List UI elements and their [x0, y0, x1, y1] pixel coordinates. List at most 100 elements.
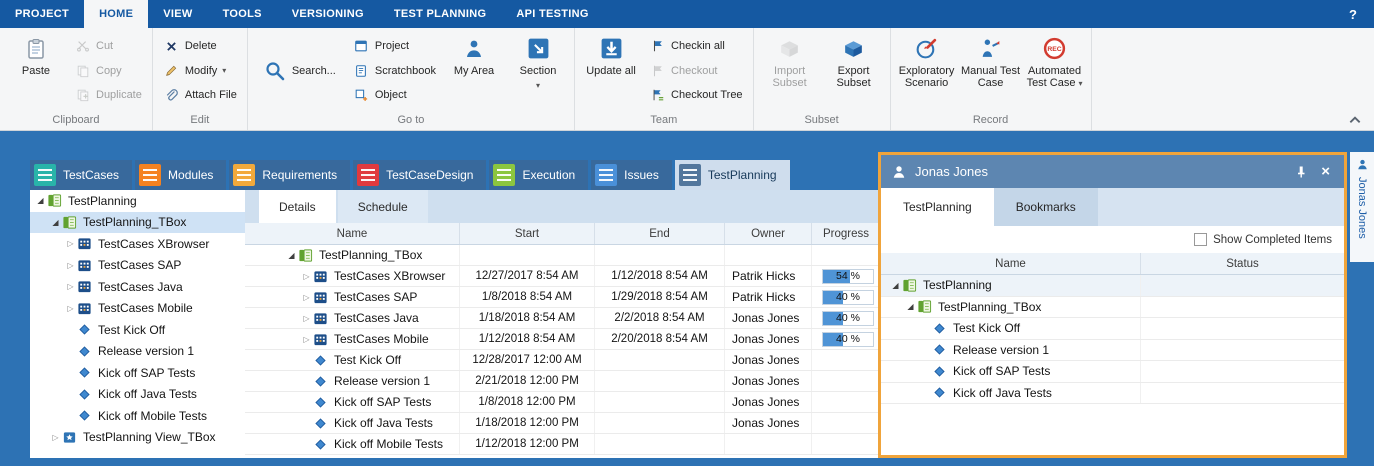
export-subset-button[interactable]: Export Subset [822, 29, 886, 112]
project-button[interactable]: Project [347, 37, 442, 56]
workspace-tab[interactable]: TestCaseDesign [353, 160, 486, 190]
table-row[interactable]: ▷ TestCases Java 1/18/2018 8:54 AM 2/2/2… [245, 308, 880, 329]
menu-item[interactable]: HOME [84, 0, 148, 28]
tree-item[interactable]: ◢ TestPlanning [30, 190, 245, 212]
tree-item[interactable]: Kick off Mobile Tests [30, 405, 245, 427]
pin-icon[interactable] [1293, 164, 1309, 180]
table-row[interactable]: Kick off Java Tests 1/18/2018 12:00 PM J… [245, 413, 880, 434]
workspace-tab[interactable]: Requirements [229, 160, 350, 190]
table-row[interactable]: Release version 1 [881, 340, 1344, 362]
tree-item[interactable]: ◢ TestPlanning_TBox [30, 212, 245, 234]
tree-expander[interactable]: ▷ [64, 261, 77, 270]
user-side-tab[interactable]: Jonas Jones [1350, 152, 1374, 262]
table-row[interactable]: Kick off Mobile Tests 1/12/2018 12:00 PM [245, 434, 880, 455]
tree-expander[interactable]: ▷ [300, 293, 313, 302]
rec-icon: REC [1042, 35, 1067, 62]
scratchbook-button[interactable]: Scratchbook [347, 61, 442, 80]
column-header-status[interactable]: Status [1141, 253, 1344, 274]
tree-item[interactable]: ▷ TestCases SAP [30, 255, 245, 277]
tree-item[interactable]: ▷ TestPlanning View_TBox [30, 427, 245, 449]
manual-test-case-button[interactable]: Manual Test Case [959, 29, 1023, 112]
table-row[interactable]: ▷ TestCases Mobile 1/12/2018 8:54 AM 2/2… [245, 329, 880, 350]
cell-status [1141, 361, 1344, 382]
paste-button[interactable]: Paste [4, 29, 68, 112]
table-row[interactable]: Kick off Java Tests [881, 383, 1344, 405]
tree-expander[interactable]: ◢ [904, 302, 917, 311]
workspace-tab[interactable]: Execution [489, 160, 588, 190]
workspace-tab[interactable]: Issues [591, 160, 672, 190]
user-panel-tab[interactable]: Bookmarks [994, 188, 1098, 226]
column-header-start[interactable]: Start [460, 223, 595, 244]
checkout-tree-button[interactable]: Checkout Tree [643, 86, 749, 105]
table-row[interactable]: ▷ TestCases SAP 1/8/2018 8:54 AM 1/29/20… [245, 287, 880, 308]
column-header-name[interactable]: Name [245, 223, 460, 244]
workspace-tab[interactable]: TestPlanning [675, 160, 790, 190]
column-header-end[interactable]: End [595, 223, 725, 244]
table-row[interactable]: Test Kick Off 12/28/2017 12:00 AM Jonas … [245, 350, 880, 371]
checkin-all-button[interactable]: Checkin all [643, 37, 749, 56]
tree-expander[interactable]: ◢ [34, 196, 47, 205]
tree-expander[interactable]: ▷ [300, 314, 313, 323]
duplicate-button[interactable]: Duplicate [68, 86, 148, 105]
column-header-progress[interactable]: Progress [812, 223, 880, 244]
menu-item[interactable]: PROJECT [0, 0, 84, 28]
tree-item[interactable]: Kick off Java Tests [30, 384, 245, 406]
my-area-button[interactable]: My Area [442, 29, 506, 112]
search-button[interactable]: Search... [257, 58, 342, 84]
tree-expander[interactable]: ▷ [300, 272, 313, 281]
details-tab[interactable]: Details [259, 190, 336, 223]
table-row[interactable]: ▷ TestCases XBrowser 12/27/2017 8:54 AM … [245, 266, 880, 287]
delete-button[interactable]: Delete [157, 37, 243, 56]
attach-file-button[interactable]: Attach File [157, 86, 243, 105]
close-icon[interactable]: × [1317, 164, 1334, 179]
column-header-owner[interactable]: Owner [725, 223, 812, 244]
help-button[interactable]: ? [1332, 0, 1374, 28]
tree-item[interactable]: ▷ TestCases Mobile [30, 298, 245, 320]
table-row[interactable]: Kick off SAP Tests [881, 361, 1344, 383]
tree-item[interactable]: Test Kick Off [30, 319, 245, 341]
table-row[interactable]: Kick off SAP Tests 1/8/2018 12:00 PM Jon… [245, 392, 880, 413]
table-row[interactable]: ◢ TestPlanning_TBox [881, 297, 1344, 319]
tree-expander[interactable]: ▷ [300, 335, 313, 344]
exploratory-scenario-button[interactable]: Exploratory Scenario [895, 29, 959, 112]
table-row[interactable]: ◢ TestPlanning_TBox [245, 245, 880, 266]
tree-expander[interactable]: ▷ [64, 239, 77, 248]
tree-expander[interactable]: ▷ [64, 282, 77, 291]
copy-button[interactable]: Copy [68, 61, 148, 80]
menu-item[interactable]: API TESTING [501, 0, 603, 28]
tree-expander[interactable]: ◢ [285, 251, 298, 260]
object-button[interactable]: Object [347, 86, 442, 105]
tree-expander[interactable]: ◢ [49, 218, 62, 227]
column-header-name[interactable]: Name [881, 253, 1141, 274]
tree-item[interactable]: ▷ TestCases XBrowser [30, 233, 245, 255]
menu-item[interactable]: TOOLS [208, 0, 277, 28]
collapse-ribbon-chevron-icon[interactable] [1348, 112, 1362, 122]
tree-item[interactable]: ▷ TestCases Java [30, 276, 245, 298]
table-row[interactable]: Release version 1 2/21/2018 12:00 PM Jon… [245, 371, 880, 392]
details-tab[interactable]: Schedule [338, 190, 428, 223]
tree-expander[interactable]: ▷ [49, 433, 62, 442]
checkout-button[interactable]: Checkout [643, 61, 749, 80]
user-panel-tab[interactable]: TestPlanning [881, 188, 994, 226]
workspace-tab-label: Requirements [262, 168, 337, 182]
menu-item[interactable]: VIEW [148, 0, 207, 28]
import-subset-button[interactable]: Import Subset [758, 29, 822, 112]
modify-button[interactable]: Modify▾ [157, 61, 243, 80]
exploratory-scenario-icon [914, 35, 939, 62]
workspace-tab[interactable]: Modules [135, 160, 226, 190]
update-all-button[interactable]: Update all [579, 29, 643, 112]
tree-expander[interactable]: ◢ [889, 281, 902, 290]
show-completed-checkbox[interactable] [1194, 233, 1207, 246]
tree-expander[interactable]: ▷ [64, 304, 77, 313]
table-row[interactable]: ◢ TestPlanning [881, 275, 1344, 297]
workspace-tab[interactable]: TestCases [30, 160, 132, 190]
section-button[interactable]: Section ▾ [506, 29, 570, 112]
table-row[interactable]: Test Kick Off [881, 318, 1344, 340]
menu-item[interactable]: VERSIONING [277, 0, 379, 28]
ribbon-group-label-edit: Edit [157, 112, 243, 130]
tree-item[interactable]: Kick off SAP Tests [30, 362, 245, 384]
menu-item[interactable]: TEST PLANNING [379, 0, 502, 28]
automated-test-case-button[interactable]: REC Automated Test Case ▾ [1023, 29, 1087, 112]
cut-button[interactable]: Cut [68, 37, 148, 56]
tree-item[interactable]: Release version 1 [30, 341, 245, 363]
